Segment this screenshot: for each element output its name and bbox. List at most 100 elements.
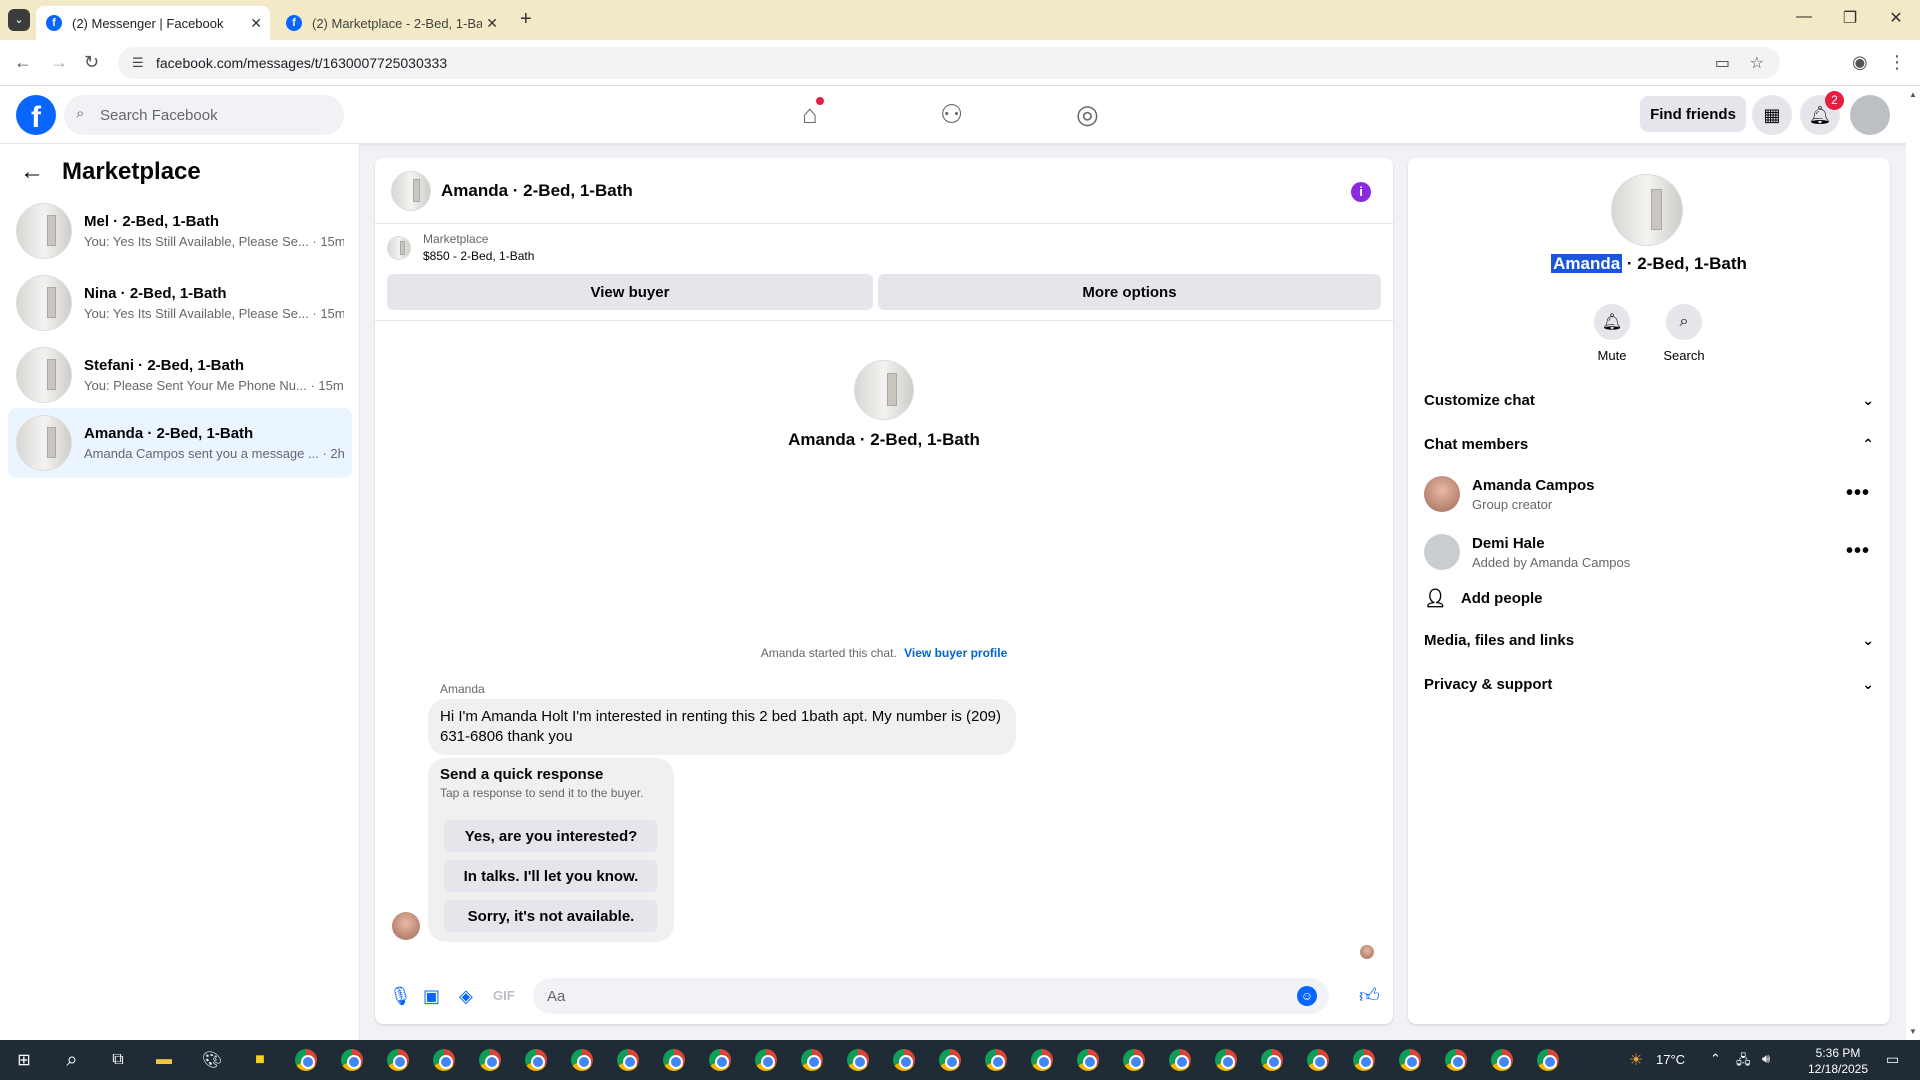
- menu-grid-icon[interactable]: ▦: [1752, 95, 1792, 135]
- chrome-icon[interactable]: [984, 1048, 1008, 1072]
- site-info-icon[interactable]: ☰: [132, 55, 144, 71]
- chrome-icon[interactable]: [1122, 1048, 1146, 1072]
- chrome-icon[interactable]: [478, 1048, 502, 1072]
- chrome-icon[interactable]: [892, 1048, 916, 1072]
- sticky-notes-icon[interactable]: ■: [248, 1048, 272, 1072]
- chrome-icon[interactable]: [1444, 1048, 1468, 1072]
- sender-avatar[interactable]: [392, 912, 420, 940]
- chrome-icon[interactable]: [708, 1048, 732, 1072]
- chrome-icon[interactable]: [754, 1048, 778, 1072]
- view-buyer-profile-link[interactable]: View buyer profile: [904, 646, 1007, 660]
- scroll-up-icon[interactable]: ▲: [1906, 90, 1920, 99]
- url-field[interactable]: ☰ facebook.com/messages/t/16300077250303…: [118, 47, 1780, 79]
- volume-icon[interactable]: 🔊︎: [1762, 1051, 1770, 1067]
- tab-marketplace[interactable]: f (2) Marketplace - 2-Bed, 1-Bath ✕: [276, 6, 506, 40]
- member-row[interactable]: Amanda Campos Group creator •••: [1424, 472, 1874, 516]
- home-icon[interactable]: ⌂: [802, 97, 824, 130]
- network-icon[interactable]: 🖧︎: [1736, 1051, 1751, 1073]
- quick-response-button[interactable]: Sorry, it's not available.: [444, 900, 658, 932]
- more-options-button[interactable]: More options: [878, 274, 1381, 310]
- conversation-item[interactable]: Stefani · 2-Bed, 1-Bath You: Please Sent…: [8, 340, 352, 410]
- tab-close-icon[interactable]: ✕: [486, 15, 498, 32]
- paint-icon[interactable]: 🎨︎: [200, 1048, 224, 1072]
- windows-start-icon[interactable]: ⊞: [12, 1048, 36, 1072]
- gif-icon[interactable]: GIF: [493, 988, 515, 1003]
- chrome-icon[interactable]: [1030, 1048, 1054, 1072]
- minimize-icon[interactable]: —: [1784, 8, 1824, 26]
- message-bubble[interactable]: Hi I'm Amanda Holt I'm interested in ren…: [428, 699, 1016, 755]
- chrome-icon[interactable]: [1076, 1048, 1100, 1072]
- account-avatar[interactable]: [1850, 95, 1890, 135]
- chrome-icon[interactable]: [846, 1048, 870, 1072]
- notifications-icon[interactable]: 🔔︎ 2: [1800, 91, 1844, 135]
- chrome-icon[interactable]: [294, 1048, 318, 1072]
- tab-search-icon[interactable]: ⌄: [8, 9, 30, 31]
- scroll-down-icon[interactable]: ▼: [1906, 1027, 1920, 1036]
- back-icon[interactable]: ←: [14, 52, 32, 73]
- find-friends-button[interactable]: Find friends: [1640, 96, 1746, 132]
- chrome-icon[interactable]: [1260, 1048, 1284, 1072]
- install-icon[interactable]: ▭: [1715, 53, 1730, 73]
- like-thumb-icon[interactable]: 👍︎: [1359, 984, 1380, 1008]
- customize-chat-section[interactable]: Customize chat ⌄: [1424, 392, 1874, 409]
- browser-menu-icon[interactable]: ⋮: [1888, 52, 1906, 73]
- restore-icon[interactable]: ❐: [1830, 8, 1870, 28]
- more-options-icon[interactable]: •••: [1846, 540, 1870, 563]
- close-window-icon[interactable]: ✕: [1876, 8, 1916, 28]
- forward-icon[interactable]: →: [50, 52, 68, 73]
- chat-title[interactable]: Amanda · 2-Bed, 1-Bath: [441, 181, 633, 201]
- chrome-icon[interactable]: [1352, 1048, 1376, 1072]
- new-tab-icon[interactable]: +: [520, 8, 532, 31]
- tab-messenger[interactable]: f (2) Messenger | Facebook ✕: [36, 6, 270, 40]
- groups-icon[interactable]: ◎: [1076, 99, 1099, 130]
- weather-icon[interactable]: ☀: [1624, 1048, 1648, 1072]
- search-button[interactable]: ⌕ Search: [1654, 304, 1714, 363]
- message-input[interactable]: Aa ☺: [533, 978, 1329, 1014]
- chrome-icon[interactable]: [1214, 1048, 1238, 1072]
- notification-center-icon[interactable]: ▭: [1886, 1051, 1899, 1068]
- chrome-icon[interactable]: [1398, 1048, 1422, 1072]
- temperature[interactable]: 17°C: [1656, 1052, 1685, 1067]
- search-input[interactable]: ⌕ Search Facebook: [64, 95, 344, 135]
- chat-thumbnail[interactable]: [391, 170, 431, 211]
- tray-arrow-icon[interactable]: ⌃: [1710, 1051, 1721, 1067]
- chrome-icon[interactable]: [432, 1048, 456, 1072]
- friends-icon[interactable]: ⚇: [940, 99, 963, 130]
- clock[interactable]: 5:36 PM 12/18/2025: [1800, 1046, 1876, 1076]
- marketplace-listing-row[interactable]: Marketplace $850 - 2-Bed, 1-Bath: [387, 232, 534, 263]
- chrome-icon[interactable]: [340, 1048, 364, 1072]
- chrome-icon[interactable]: [570, 1048, 594, 1072]
- conversation-item-active[interactable]: Amanda · 2-Bed, 1-Bath Amanda Campos sen…: [8, 408, 352, 478]
- more-options-icon[interactable]: •••: [1846, 482, 1870, 505]
- info-icon[interactable]: i: [1351, 182, 1371, 202]
- privacy-section[interactable]: Privacy & support ⌄: [1424, 676, 1874, 693]
- chrome-icon[interactable]: [800, 1048, 824, 1072]
- chrome-icon[interactable]: [662, 1048, 686, 1072]
- mute-button[interactable]: 🔔︎ Mute: [1582, 304, 1642, 363]
- reload-icon[interactable]: ↻: [84, 52, 99, 73]
- chrome-icon[interactable]: [616, 1048, 640, 1072]
- quick-response-button[interactable]: In talks. I'll let you know.: [444, 860, 658, 892]
- chat-members-section[interactable]: Chat members ⌃: [1424, 436, 1874, 453]
- page-scrollbar[interactable]: ▲ ▼: [1906, 86, 1920, 1040]
- chrome-icon[interactable]: [1168, 1048, 1192, 1072]
- chrome-icon[interactable]: [1306, 1048, 1330, 1072]
- quick-response-button[interactable]: Yes, are you interested?: [444, 820, 658, 852]
- microphone-icon[interactable]: 🎙︎: [389, 986, 412, 1007]
- conversation-item[interactable]: Mel · 2-Bed, 1-Bath You: Yes Its Still A…: [8, 196, 352, 266]
- photo-icon[interactable]: ▣: [423, 986, 440, 1007]
- search-icon[interactable]: ⌕: [60, 1048, 84, 1072]
- profile-icon[interactable]: ◉: [1852, 52, 1868, 73]
- tab-close-icon[interactable]: ✕: [250, 15, 262, 32]
- add-people-button[interactable]: 👤︎ Add people: [1424, 588, 1543, 609]
- conversation-item[interactable]: Nina · 2-Bed, 1-Bath You: Yes Its Still …: [8, 268, 352, 338]
- back-arrow-icon[interactable]: ←: [20, 158, 44, 186]
- facebook-logo[interactable]: f: [16, 95, 56, 135]
- task-view-icon[interactable]: ⧉: [106, 1048, 130, 1072]
- chrome-icon[interactable]: [1536, 1048, 1560, 1072]
- view-buyer-button[interactable]: View buyer: [387, 274, 873, 310]
- member-row[interactable]: Demi Hale Added by Amanda Campos •••: [1424, 530, 1874, 574]
- chrome-icon[interactable]: [386, 1048, 410, 1072]
- media-section[interactable]: Media, files and links ⌄: [1424, 632, 1874, 649]
- chrome-icon[interactable]: [524, 1048, 548, 1072]
